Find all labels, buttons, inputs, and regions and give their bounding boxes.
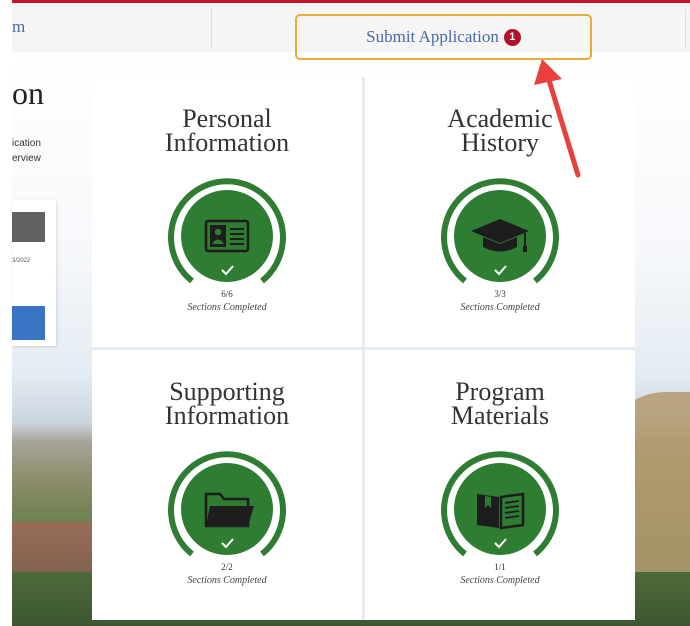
sections-caption: Sections Completed	[460, 575, 540, 586]
progress-ring	[168, 178, 286, 284]
top-nav-bar: m Submit Application 1	[0, 0, 690, 60]
nav-divider	[685, 9, 686, 49]
page-title: on	[12, 75, 44, 111]
sections-count: 1/1	[494, 562, 506, 572]
tile-program-materials[interactable]: Program Materials 1/1 Sections Completed	[365, 350, 635, 620]
progress-ring	[441, 451, 559, 557]
nav-divider	[211, 9, 212, 49]
submit-application-tab[interactable]: Submit Application 1	[295, 14, 592, 60]
tile-supporting-information[interactable]: Supporting Information 2/2 Sections Comp…	[92, 350, 362, 620]
tile-title: Supporting Information	[92, 379, 362, 430]
tile-title: Program Materials	[365, 379, 635, 430]
tile-title-line: Materials	[450, 401, 550, 430]
progress-ring	[168, 451, 286, 557]
info-card-date: 3/2022	[12, 258, 31, 264]
tile-title: Personal Information	[92, 106, 362, 157]
sections-caption: Sections Completed	[187, 575, 267, 586]
notification-badge: 1	[503, 28, 521, 46]
sections-count: 6/6	[221, 289, 233, 299]
page-description: ication	[12, 138, 41, 149]
left-edge	[0, 0, 12, 626]
submit-application-label: Submit Application	[366, 27, 499, 46]
info-card-button[interactable]	[12, 306, 45, 340]
page-description-link[interactable]: erview	[12, 153, 41, 164]
sections-caption: Sections Completed	[460, 302, 540, 313]
tile-title: Academic History	[365, 106, 635, 157]
tile-personal-information[interactable]: Personal Information 6/6 Sections Comple…	[92, 77, 362, 347]
sections-caption: Sections Completed	[187, 302, 267, 313]
tile-title-line: Information	[164, 401, 290, 430]
info-card-header	[12, 212, 45, 242]
sections-count: 3/3	[494, 289, 506, 299]
tile-title-line: History	[461, 128, 539, 157]
tile-academic-history[interactable]: Academic History 3/3 Sections Completed	[365, 77, 635, 347]
annotation-arrow-icon	[534, 59, 581, 178]
application-info-card: 3/2022	[12, 200, 56, 346]
progress-ring	[441, 178, 559, 284]
tile-title-line: Information	[164, 128, 290, 157]
nav-tab-previous[interactable]: m	[12, 17, 25, 37]
sections-count: 2/2	[221, 562, 233, 572]
